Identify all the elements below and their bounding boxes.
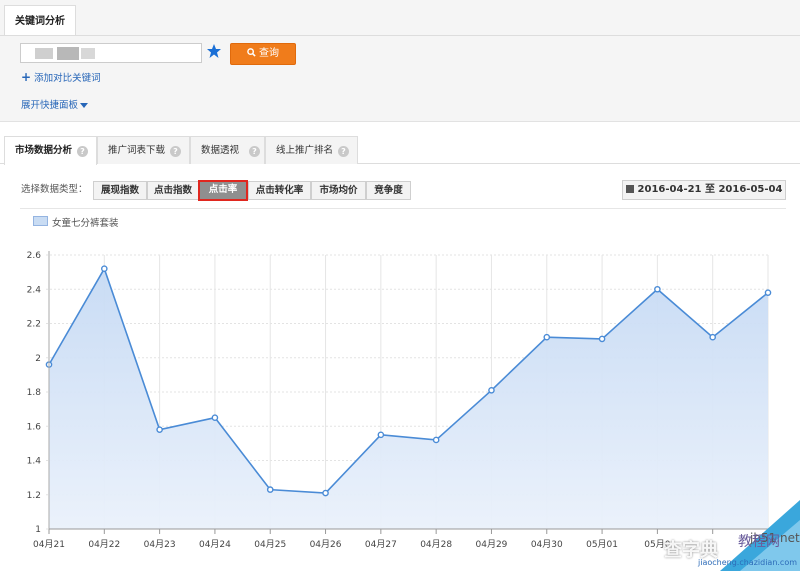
type-button-ctr[interactable]: 点击率: [198, 180, 248, 201]
y-tick-label: 2.4: [27, 285, 42, 295]
divider: [20, 208, 786, 209]
add-compare-link[interactable]: + 添加对比关键词: [21, 70, 101, 84]
tab-keyword-download[interactable]: 推广词表下载 ?: [97, 136, 190, 164]
keyword-input[interactable]: [20, 43, 202, 63]
blurred-text: [57, 47, 79, 60]
star-icon[interactable]: [206, 43, 222, 59]
tab-label: 线上推广排名: [276, 145, 334, 156]
data-point: [156, 426, 163, 433]
type-button-competition[interactable]: 竞争度: [366, 181, 411, 200]
x-tick-label: 04月22: [88, 539, 120, 550]
query-button-label: 查询: [259, 48, 279, 59]
type-button-conversion-rate[interactable]: 点击转化率: [248, 181, 311, 200]
chart-area: [45, 265, 772, 529]
y-tick-label: 1.8: [27, 388, 42, 398]
tab-data-pivot[interactable]: 数据透视 ?: [190, 136, 265, 164]
watermark-url: jiaocheng.chazidian.com: [698, 558, 798, 567]
expand-panel-link[interactable]: 展开快捷面板: [21, 99, 89, 113]
data-point: [488, 386, 495, 394]
data-point: [598, 335, 606, 343]
x-tick-label: 04月28: [420, 539, 452, 550]
blurred-text: [81, 48, 95, 59]
legend-label[interactable]: 女童七分裤套装: [52, 218, 119, 230]
expand-panel-label: 展开快捷面板: [21, 100, 79, 111]
x-tick-label: 04月24: [199, 539, 231, 550]
y-tick-label: 1.2: [27, 491, 41, 501]
ctr-area-chart: 1 1.2 1.4 1.6 1.8 2 2.2 2.4 2.6 04月21 04月22 04月23 04…: [27, 251, 774, 550]
x-tick-label: 05月01: [586, 539, 618, 550]
data-point: [709, 333, 716, 341]
tab-label: 推广词表下载: [108, 145, 166, 156]
x-tick-label: 04月29: [476, 539, 508, 550]
calendar-icon: [625, 185, 634, 193]
y-tick-label: 2.2: [27, 320, 41, 330]
plus-icon: +: [21, 70, 32, 84]
y-tick-label: 1.6: [27, 422, 42, 432]
data-point: [543, 333, 551, 341]
add-compare-label: 添加对比关键词: [34, 73, 101, 84]
date-range-picker[interactable]: 2016-04-21 至 2016-05-04: [622, 180, 786, 200]
data-point: [211, 414, 219, 421]
data-point: [101, 265, 108, 273]
type-button-impression-index[interactable]: 展现指数: [93, 181, 147, 200]
analysis-tabs: 市场数据分析 ? 推广词表下载 ? 数据透视 ? 线上推广排名 ?: [0, 136, 800, 165]
x-tick-label: 04月23: [144, 539, 176, 550]
tab-label: 数据透视: [201, 145, 240, 156]
y-tick-label: 1: [35, 525, 41, 535]
help-icon[interactable]: ?: [338, 146, 349, 157]
divider: [0, 35, 800, 36]
keyword-panel: 关键词分析 查询 + 添加对比关键词 展开快捷面板: [0, 0, 800, 122]
help-icon[interactable]: ?: [170, 146, 181, 157]
type-button-market-price[interactable]: 市场均价: [311, 181, 366, 200]
y-tick-label: 2: [35, 354, 41, 364]
search-icon: [247, 48, 256, 57]
legend-swatch: [33, 216, 48, 226]
watermark-tag: 教程网: [738, 534, 780, 550]
data-point: [266, 486, 274, 493]
tab-label: 市场数据分析: [15, 145, 73, 156]
data-point: [764, 289, 772, 296]
blurred-text: [35, 48, 53, 59]
type-button-click-index[interactable]: 点击指数: [147, 181, 199, 200]
x-tick-label: 04月27: [365, 539, 397, 550]
x-tick-label: 04月26: [310, 539, 342, 550]
data-point: [654, 285, 661, 293]
y-tick-label: 1.4: [27, 457, 42, 467]
x-tick-label: 04月21: [33, 539, 65, 550]
help-icon[interactable]: ?: [249, 146, 260, 157]
chevron-down-icon: [80, 103, 89, 108]
query-button[interactable]: 查询: [230, 43, 296, 65]
series-area: [49, 268, 768, 529]
tab-keyword-analysis[interactable]: 关键词分析: [4, 5, 76, 36]
data-type-label: 选择数据类型：: [21, 184, 88, 195]
tab-online-ranking[interactable]: 线上推广排名 ?: [265, 136, 358, 164]
y-tick-label: 2.6: [27, 251, 42, 261]
data-point: [432, 436, 440, 444]
help-icon[interactable]: ?: [77, 146, 88, 157]
date-range-label: 2016-04-21 至 2016-05-04: [637, 184, 783, 195]
data-point: [377, 431, 385, 439]
x-tick-label: 04月25: [254, 539, 286, 550]
data-point: [322, 489, 329, 497]
tab-market-data[interactable]: 市场数据分析 ?: [4, 136, 97, 165]
x-tick-label: 04月30: [531, 539, 563, 550]
